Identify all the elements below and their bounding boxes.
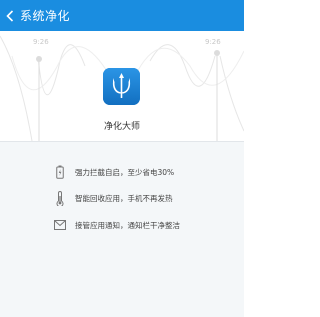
- time-label-right: 9:26: [205, 38, 221, 46]
- time-label-left: 9:26: [33, 38, 49, 46]
- feature-text: 智能回收应用，手机不再发热: [75, 193, 173, 203]
- trident-icon: [103, 68, 140, 105]
- page-title: 系统净化: [20, 9, 71, 23]
- back-arrow-icon[interactable]: [2, 0, 18, 31]
- feature-text: 强力拦截自启，至少省电30%: [75, 167, 175, 177]
- hero-panel: 9:26 9:26 净化大师: [0, 31, 244, 141]
- feature-list: 强力拦截自启，至少省电30% 智能回收应用，手机不再发热 接管应用通知，通知栏干…: [0, 142, 244, 317]
- feature-item-battery: 强力拦截自启，至少省电30%: [54, 164, 174, 180]
- feature-text: 接管应用通知，通知栏干净整洁: [75, 220, 180, 230]
- feature-item-cooling: 智能回收应用，手机不再发热: [54, 190, 173, 206]
- battery-icon: [54, 164, 66, 180]
- app-name-label: 净化大师: [103, 122, 140, 132]
- feature-item-notification: 接管应用通知，通知栏干净整洁: [54, 217, 180, 233]
- envelope-icon: [54, 217, 66, 233]
- thermometer-icon: [54, 190, 66, 206]
- title-bar: 系统净化: [0, 0, 244, 31]
